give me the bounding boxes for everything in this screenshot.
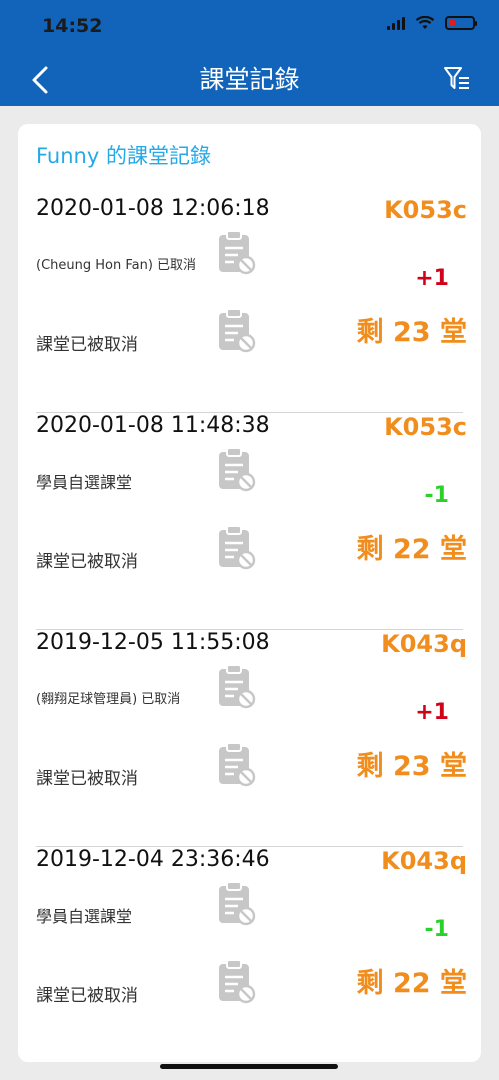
record-time: 2019-12-05 11:55:08 [36,630,270,655]
wifi-icon [415,16,435,29]
signal-icon [387,16,405,30]
record-item[interactable]: 2020-01-08 11:48:38 K053c 學員自選課堂 -1 課堂已被… [18,413,481,630]
record-time: 2020-01-08 11:48:38 [36,413,270,438]
records-card-title: Funny 的課堂記錄 [36,144,211,168]
record-change: +1 [415,266,449,291]
record-item[interactable]: 2019-12-04 23:36:46 K043q 學員自選課堂 -1 課堂已被… [18,847,481,1062]
record-remaining: 剩 23 堂 [356,317,467,348]
record-status: 課堂已被取消 [36,986,138,1006]
record-description: 學員自選課堂 [36,907,133,926]
record-status: 課堂已被取消 [36,769,138,789]
clipboard-cancel-icon [219,308,256,353]
filter-button[interactable] [443,64,471,94]
clipboard-cancel-icon [219,664,256,709]
clipboard-cancel-icon [219,525,256,570]
record-status: 課堂已被取消 [36,335,138,355]
record-status: 課堂已被取消 [36,552,138,572]
record-item[interactable]: 2019-12-05 11:55:08 K043q (翱翔足球管理員) 已取消 … [18,630,481,847]
record-change: -1 [424,917,449,942]
record-class-code: K053c [384,413,467,441]
record-description: 學員自選課堂 [36,473,133,492]
record-change: +1 [415,700,449,725]
record-change: -1 [424,483,449,508]
record-class-code: K043q [381,630,467,658]
status-time: 14:52 [42,15,103,37]
records-card: Funny 的課堂記錄 2020-01-08 12:06:18 K053c (C… [18,124,481,1062]
record-class-code: K043q [381,847,467,875]
clipboard-cancel-icon [219,742,256,787]
top-bar: 14:52 課堂記錄 [0,0,499,106]
clipboard-cancel-icon [219,230,256,275]
record-item[interactable]: 2020-01-08 12:06:18 K053c (Cheung Hon Fa… [18,196,481,413]
record-class-code: K053c [384,196,467,224]
record-remaining: 剩 22 堂 [356,534,467,565]
record-remaining: 剩 22 堂 [356,968,467,999]
record-description: (翱翔足球管理員) 已取消 [36,692,181,707]
record-remaining: 剩 23 堂 [356,751,467,782]
record-time: 2020-01-08 12:06:18 [36,196,270,221]
clipboard-cancel-icon [219,881,256,926]
record-description: (Cheung Hon Fan) 已取消 [36,258,197,273]
home-indicator[interactable] [160,1064,338,1069]
clipboard-cancel-icon [219,447,256,492]
record-time: 2019-12-04 23:36:46 [36,847,270,872]
battery-icon [445,16,477,30]
clipboard-cancel-icon [219,959,256,1004]
status-icons [387,16,477,30]
page-title: 課堂記錄 [199,65,300,94]
